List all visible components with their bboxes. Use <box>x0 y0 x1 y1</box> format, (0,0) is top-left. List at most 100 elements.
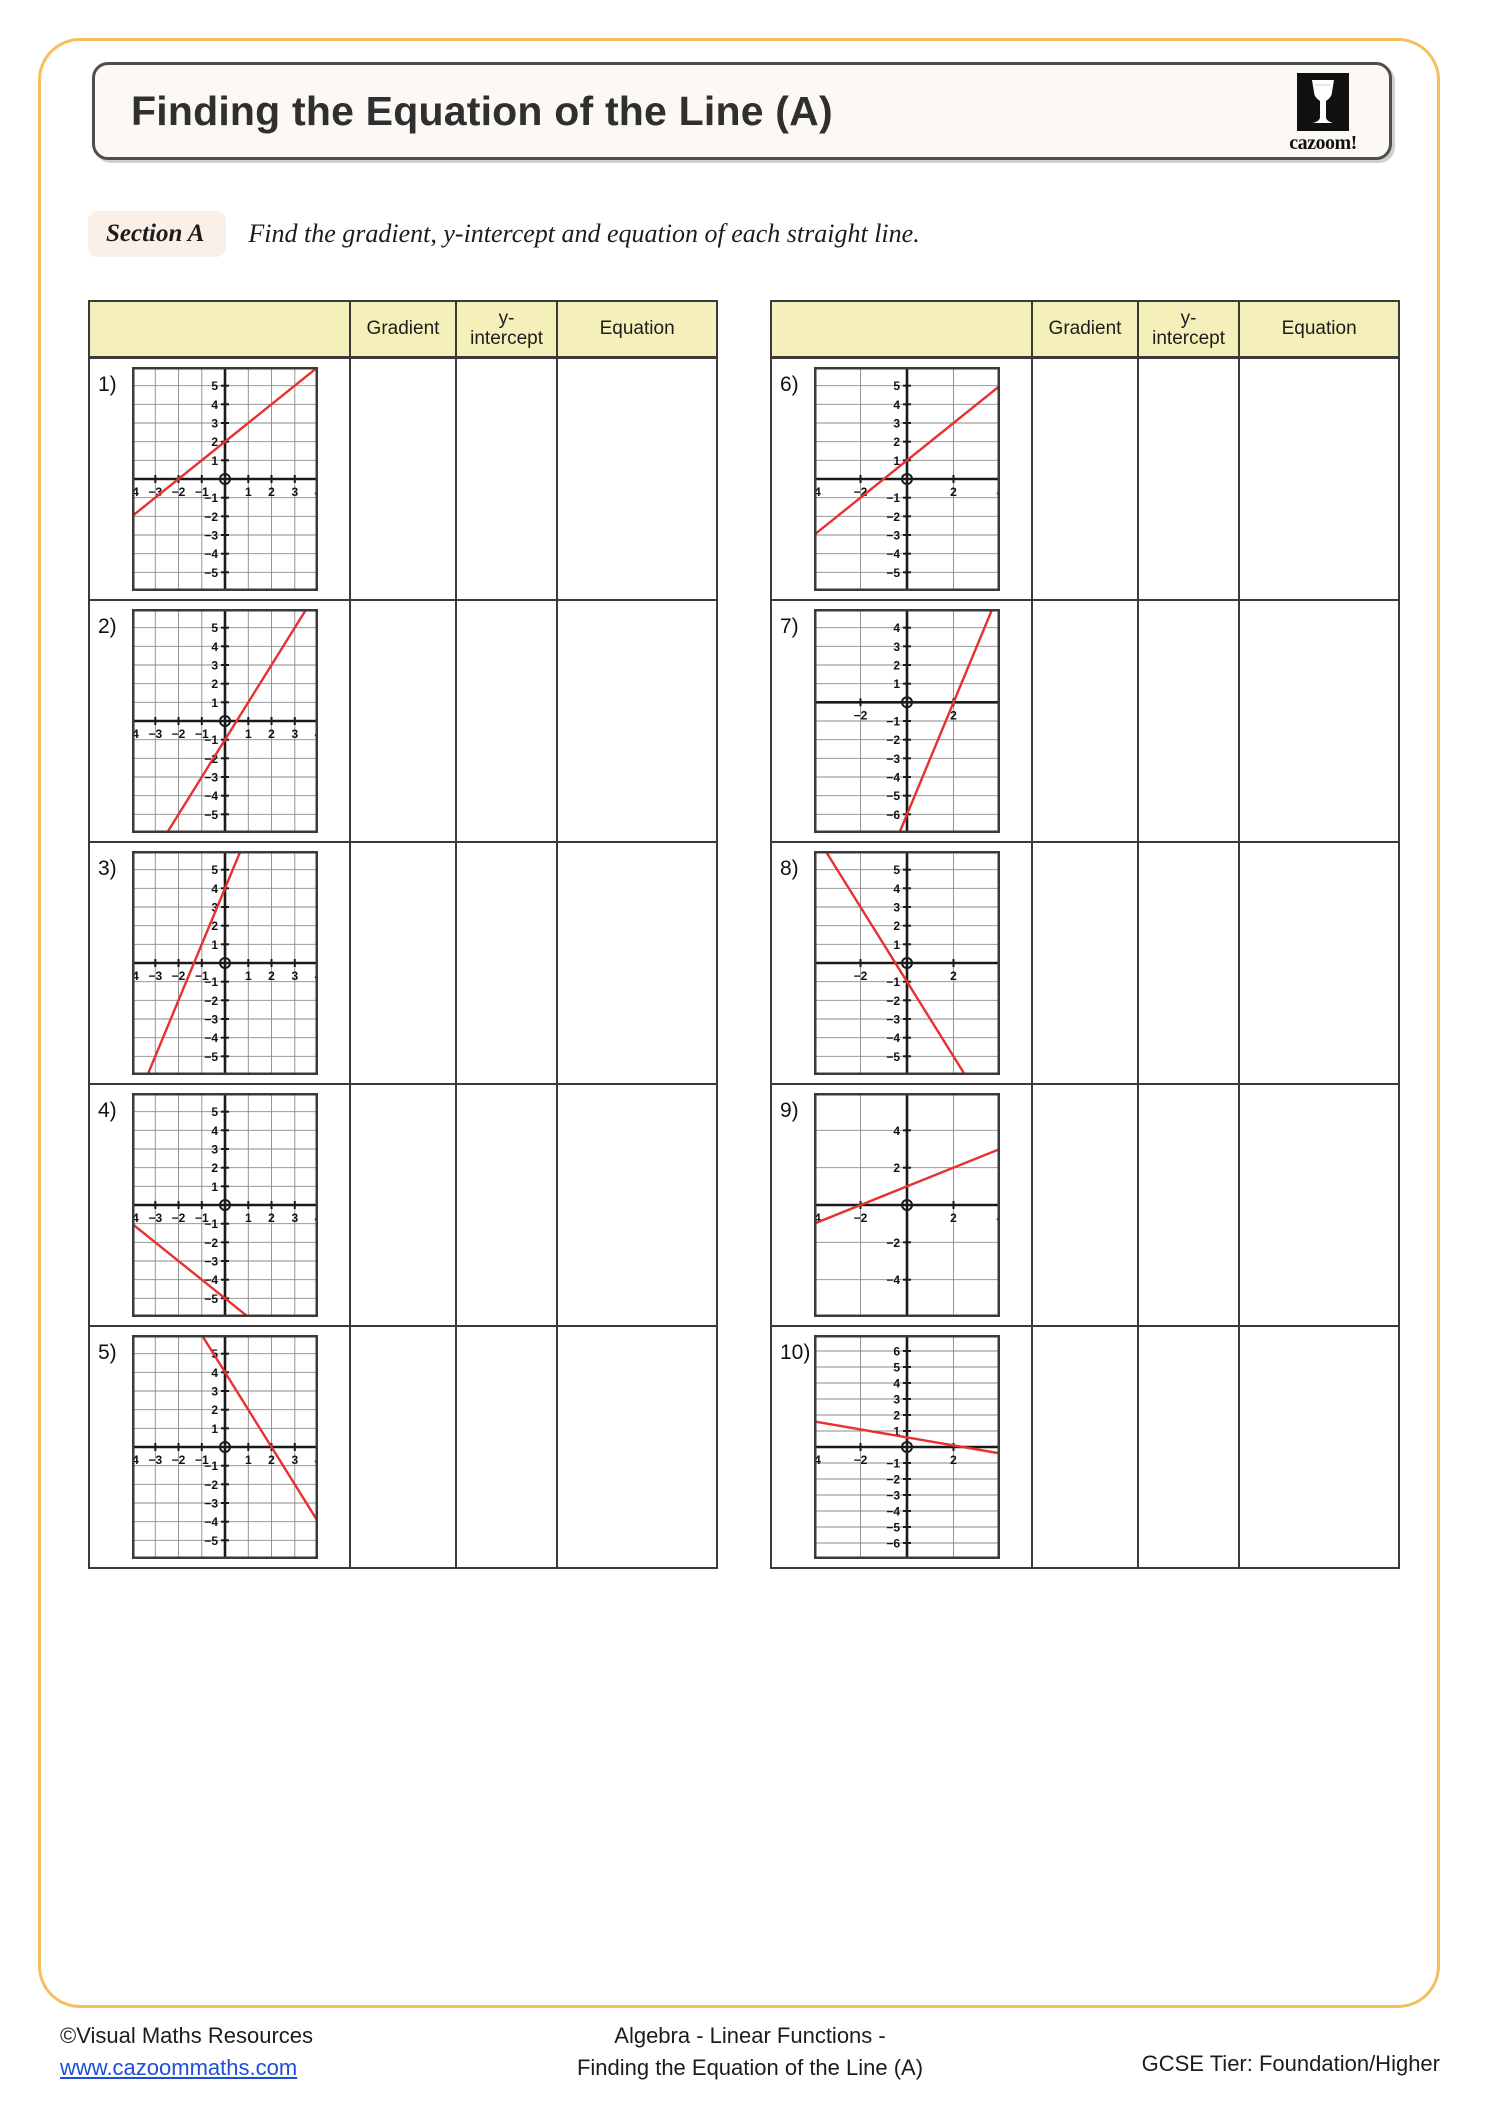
svg-text:3: 3 <box>291 727 298 741</box>
answer-cell-y-intercept-7[interactable] <box>1136 599 1241 843</box>
svg-text:2: 2 <box>950 485 957 499</box>
graph-cell-10: 10)−4−22−6−5−4−3−2−1123456 <box>769 1325 1034 1569</box>
questions-table-right: Gradient y- intercept Equation 6)−4−224−… <box>769 300 1400 1569</box>
svg-text:−4: −4 <box>886 1505 900 1519</box>
svg-text:2: 2 <box>950 1211 957 1225</box>
svg-text:2: 2 <box>211 1403 218 1417</box>
question-number: 8) <box>780 857 799 880</box>
answer-cell-equation-7[interactable] <box>1238 599 1400 843</box>
answer-cell-gradient-2[interactable] <box>349 599 457 843</box>
table-row: 5)−4−3−2−11234−5−4−3−2−112345 <box>87 1325 718 1569</box>
header-gradient: Gradient <box>349 300 457 359</box>
cazoom-logo: cazoom! <box>1279 73 1367 157</box>
answer-cell-equation-3[interactable] <box>556 841 718 1085</box>
svg-text:6: 6 <box>893 1345 900 1359</box>
svg-text:−5: −5 <box>204 808 218 822</box>
answer-cell-y-intercept-6[interactable] <box>1136 356 1241 601</box>
svg-text:2: 2 <box>893 1409 900 1423</box>
answer-cell-gradient-9[interactable] <box>1031 1083 1139 1327</box>
answer-cell-gradient-8[interactable] <box>1031 841 1139 1085</box>
answer-cell-gradient-3[interactable] <box>349 841 457 1085</box>
answer-cell-y-intercept-1[interactable] <box>454 356 559 601</box>
answer-cell-y-intercept-2[interactable] <box>454 599 559 843</box>
svg-text:1: 1 <box>211 1422 218 1436</box>
answer-cell-y-intercept-5[interactable] <box>454 1325 559 1569</box>
svg-text:−2: −2 <box>172 969 186 983</box>
svg-text:3: 3 <box>893 901 900 915</box>
header-graph <box>769 300 1034 359</box>
answer-cell-y-intercept-4[interactable] <box>454 1083 559 1327</box>
answer-cell-equation-8[interactable] <box>1238 841 1400 1085</box>
svg-text:5: 5 <box>893 1361 900 1375</box>
answer-cell-equation-6[interactable] <box>1238 356 1400 601</box>
answer-cell-equation-1[interactable] <box>556 356 718 601</box>
graph-7: −2 2 −6 −5 −4 −3 −2 −1 1 2 3 4 <box>814 609 1000 833</box>
answer-cell-equation-10[interactable] <box>1238 1325 1400 1569</box>
svg-text:−1: −1 <box>886 491 900 505</box>
svg-text:−2: −2 <box>204 994 218 1008</box>
table-row: 8) −2 2 −5 −4 −3 −2 −1 1 2 3 4 5 <box>769 841 1400 1085</box>
svg-text:−5: −5 <box>204 566 218 580</box>
question-number: 9) <box>780 1099 799 1122</box>
table-body-right: 6) −4 −2 2 4 −5 −4 −3 −2 −1 1 2 3 4 5 7) −2 2 −6 −5 −4 −3 −2 −1… <box>769 356 1400 1569</box>
svg-text:−1: −1 <box>204 491 218 505</box>
graph-cell-3: 3)−4−3−2−11234−5−4−3−2−112345 <box>87 841 352 1085</box>
svg-text:5: 5 <box>211 863 218 877</box>
graph-1: −4−3−2−11234−5−4−3−2−112345 <box>132 367 318 591</box>
graph-cell-2: 2)−4−3−2−11234−5−4−3−2−112345 <box>87 599 352 843</box>
answer-cell-equation-9[interactable] <box>1238 1083 1400 1327</box>
svg-text:−3: −3 <box>204 529 218 543</box>
svg-text:−2: −2 <box>886 1473 900 1487</box>
svg-text:5: 5 <box>893 863 900 877</box>
svg-text:−1: −1 <box>204 733 218 747</box>
svg-text:5: 5 <box>211 1105 218 1119</box>
table-row: 10)−4−22−6−5−4−3−2−1123456 <box>769 1325 1400 1569</box>
header-y-intercept-l1: y- <box>498 308 515 330</box>
answer-cell-equation-5[interactable] <box>556 1325 718 1569</box>
question-number: 5) <box>98 1341 117 1364</box>
svg-text:3: 3 <box>893 1393 900 1407</box>
svg-text:5: 5 <box>893 379 900 393</box>
worksheet-title-box: Finding the Equation of the Line (A) caz… <box>92 62 1392 160</box>
answer-cell-gradient-5[interactable] <box>349 1325 457 1569</box>
answer-cell-equation-2[interactable] <box>556 599 718 843</box>
svg-text:−3: −3 <box>204 1255 218 1269</box>
answer-cell-y-intercept-9[interactable] <box>1136 1083 1241 1327</box>
svg-text:3: 3 <box>211 659 218 673</box>
svg-text:2: 2 <box>950 969 957 983</box>
svg-text:−1: −1 <box>204 1217 218 1231</box>
answer-cell-gradient-6[interactable] <box>1031 356 1139 601</box>
answer-cell-gradient-1[interactable] <box>349 356 457 601</box>
svg-text:−2: −2 <box>172 727 186 741</box>
table-row: 3)−4−3−2−11234−5−4−3−2−112345 <box>87 841 718 1085</box>
svg-text:1: 1 <box>211 1180 218 1194</box>
table-row: 4)−4−3−2−11234−5−4−3−2−112345 <box>87 1083 718 1327</box>
answer-cell-y-intercept-3[interactable] <box>454 841 559 1085</box>
answer-cell-gradient-7[interactable] <box>1031 599 1139 843</box>
answer-cell-gradient-10[interactable] <box>1031 1325 1139 1569</box>
graph-10: −4−22−6−5−4−3−2−1123456 <box>814 1335 1000 1559</box>
svg-text:−3: −3 <box>204 1497 218 1511</box>
svg-text:−2: −2 <box>172 485 186 499</box>
svg-text:−3: −3 <box>204 1013 218 1027</box>
svg-text:4: 4 <box>893 1124 900 1138</box>
svg-text:−1: −1 <box>886 1457 900 1471</box>
section-instruction: Find the gradient, y-intercept and equat… <box>248 219 920 248</box>
questions-area: Gradient y- intercept Equation 1)−4−3−2−… <box>87 300 1400 1569</box>
svg-text:2: 2 <box>893 435 900 449</box>
svg-text:−3: −3 <box>886 529 900 543</box>
graph-5: −4−3−2−11234−5−4−3−2−112345 <box>132 1335 318 1559</box>
header-y-intercept-l2: intercept <box>1152 328 1225 349</box>
answer-cell-y-intercept-10[interactable] <box>1136 1325 1241 1569</box>
answer-cell-gradient-4[interactable] <box>349 1083 457 1327</box>
svg-text:−5: −5 <box>886 1050 900 1064</box>
svg-text:−6: −6 <box>886 808 900 822</box>
svg-text:−2: −2 <box>854 1453 868 1467</box>
svg-text:2: 2 <box>893 659 900 673</box>
graph-cell-5: 5)−4−3−2−11234−5−4−3−2−112345 <box>87 1325 352 1569</box>
answer-cell-y-intercept-8[interactable] <box>1136 841 1241 1085</box>
question-number: 3) <box>98 857 117 880</box>
svg-text:−3: −3 <box>886 752 900 766</box>
answer-cell-equation-4[interactable] <box>556 1083 718 1327</box>
header-equation: Equation <box>556 300 718 359</box>
